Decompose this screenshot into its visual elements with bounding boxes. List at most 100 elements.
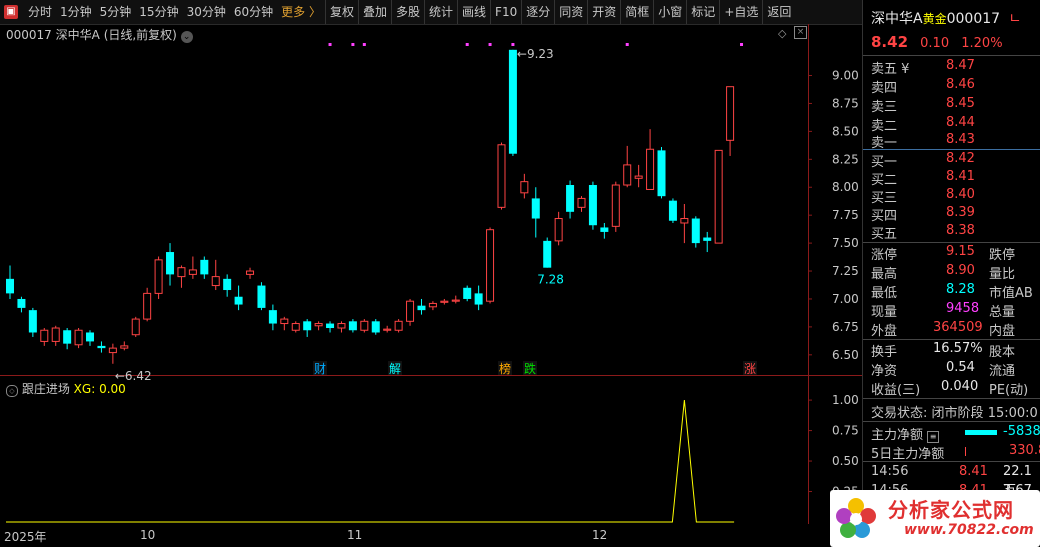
y-tick-label: 7.75 xyxy=(832,208,859,222)
candle-body xyxy=(108,347,117,354)
close-icon[interactable]: × xyxy=(794,26,807,39)
event-label: 榜 xyxy=(499,361,511,376)
candle-body xyxy=(143,292,152,320)
toolbar-item-draw[interactable]: 画线 xyxy=(457,0,490,24)
toolbar-item-add-watchlist[interactable]: +自选 xyxy=(719,0,762,24)
toolbar-item-simple-frame[interactable]: 简框 xyxy=(620,0,653,24)
candle-body xyxy=(280,318,289,325)
toolbar-item-f10[interactable]: F10 xyxy=(490,0,521,24)
indicator-title: ◇ 跟庄进场 XG: 0.00 xyxy=(6,380,126,397)
candle-body xyxy=(623,164,632,186)
y-tick-label: 8.50 xyxy=(832,124,859,138)
candle-body xyxy=(691,218,700,244)
divider xyxy=(863,421,1040,422)
candle-body xyxy=(646,148,655,190)
candle-body xyxy=(337,323,346,329)
candle-body xyxy=(497,144,506,208)
toolbar-item-adjust[interactable]: 复权 xyxy=(324,0,358,24)
candle-body xyxy=(326,323,335,329)
y-tick-label: 6.50 xyxy=(832,348,859,362)
candle-body xyxy=(703,237,712,241)
period-toolbar: ▣ 分时 1分钟 5分钟 15分钟 30分钟 60分钟 更多 〉 复权 叠加 多… xyxy=(0,0,862,25)
candle-body xyxy=(268,310,277,324)
candle-body xyxy=(543,240,552,268)
flower-logo-icon xyxy=(836,498,876,538)
indicator-value: 0.00 xyxy=(99,382,126,396)
toolbar-item-more[interactable]: 更多 〉 xyxy=(277,0,325,24)
main-flow-bar xyxy=(965,430,997,435)
candle-body xyxy=(451,299,460,302)
y-tick-label: 7.25 xyxy=(832,264,859,278)
candle-body xyxy=(600,227,609,232)
candle-body xyxy=(440,300,449,303)
toolbar-item-open-assets[interactable]: 开资 xyxy=(587,0,620,24)
watermark-logo: 分析家公式网 www.70822.com xyxy=(830,490,1040,547)
diamond-icon[interactable]: ◇ xyxy=(778,27,786,40)
corner-mark-icon[interactable]: ㄴ xyxy=(1009,11,1022,27)
toolbar-item-5min[interactable]: 5分钟 xyxy=(96,0,136,24)
chevron-down-icon[interactable]: ⌄ xyxy=(180,31,193,43)
candle-body xyxy=(474,293,483,305)
event-label: 涨 xyxy=(744,361,756,376)
toolbar-item-15min[interactable]: 15分钟 xyxy=(135,0,182,24)
candle-body xyxy=(657,150,666,197)
divider xyxy=(863,55,1040,56)
divider xyxy=(863,149,1040,150)
watermark-title: 分析家公式网 xyxy=(888,498,1014,522)
quote-name: 深中华A xyxy=(871,11,923,27)
toolbar-item-stats[interactable]: 统计 xyxy=(424,0,457,24)
candle-body xyxy=(520,181,529,194)
candle-body xyxy=(177,267,186,278)
divider xyxy=(863,398,1040,399)
chart-code: 000017 xyxy=(6,28,52,42)
toolbar-item-mark[interactable]: 标记 xyxy=(686,0,719,24)
candle-body xyxy=(234,296,243,305)
candle-body xyxy=(428,302,437,308)
list-icon[interactable]: ≡ xyxy=(927,431,940,443)
local-low-label: 7.28 xyxy=(537,273,564,287)
y-tick-label: 1.00 xyxy=(832,393,859,407)
candle-body xyxy=(63,330,72,344)
toolbar-item-same-assets[interactable]: 同资 xyxy=(554,0,587,24)
toolbar-item-back[interactable]: 返回 xyxy=(762,0,795,24)
event-label: 解 xyxy=(389,362,401,376)
kline-chart[interactable]: ←9.23←6.427.28财解榜跌涨 9.008.758.508.258.00… xyxy=(0,24,862,524)
date-label: 2025年 xyxy=(4,530,47,544)
toolbar-item-30min[interactable]: 30分钟 xyxy=(183,0,230,24)
signal-dot xyxy=(511,43,515,46)
signal-dot xyxy=(351,43,355,46)
candle-body xyxy=(223,278,232,291)
signal-dot xyxy=(488,43,492,46)
indicator-toggle-icon[interactable]: ◇ xyxy=(6,385,18,397)
candle-body xyxy=(634,175,643,179)
toolbar-item-intraday[interactable]: 分时 xyxy=(24,0,56,24)
candle-body xyxy=(394,320,403,331)
flow5-row: 5日主力净额 xyxy=(871,447,945,462)
toolbar-item-multi[interactable]: 多股 xyxy=(391,0,424,24)
quote-tag: 黄金 xyxy=(922,12,947,26)
toolbar-item-1min[interactable]: 1分钟 xyxy=(56,0,96,24)
candle-body xyxy=(188,269,197,275)
toolbar-item-60min[interactable]: 60分钟 xyxy=(230,0,277,24)
candle-body xyxy=(726,86,735,141)
event-label: 跌 xyxy=(524,361,536,376)
candle-body xyxy=(371,321,380,333)
candle-body xyxy=(86,332,95,342)
date-label: 10 xyxy=(140,528,156,542)
candle-body xyxy=(417,305,426,311)
y-tick-label: 8.75 xyxy=(832,96,859,110)
y-tick-label: 8.00 xyxy=(832,180,859,194)
signal-dot xyxy=(328,43,332,46)
y-tick-label: 0.50 xyxy=(832,454,859,468)
chart-name: 深中华A xyxy=(55,28,100,42)
candle-body xyxy=(566,185,575,212)
toolbar-item-small-window[interactable]: 小窗 xyxy=(653,0,686,24)
candle-body xyxy=(120,345,129,349)
date-axis: 2025年 10 11 12 xyxy=(0,526,862,546)
divider xyxy=(863,339,1040,340)
toolbar-item-tick[interactable]: 逐分 xyxy=(521,0,554,24)
candle-body xyxy=(246,270,255,275)
toolbar-item-overlay[interactable]: 叠加 xyxy=(357,0,391,24)
candle-body xyxy=(166,252,175,275)
candle-body xyxy=(348,321,357,331)
